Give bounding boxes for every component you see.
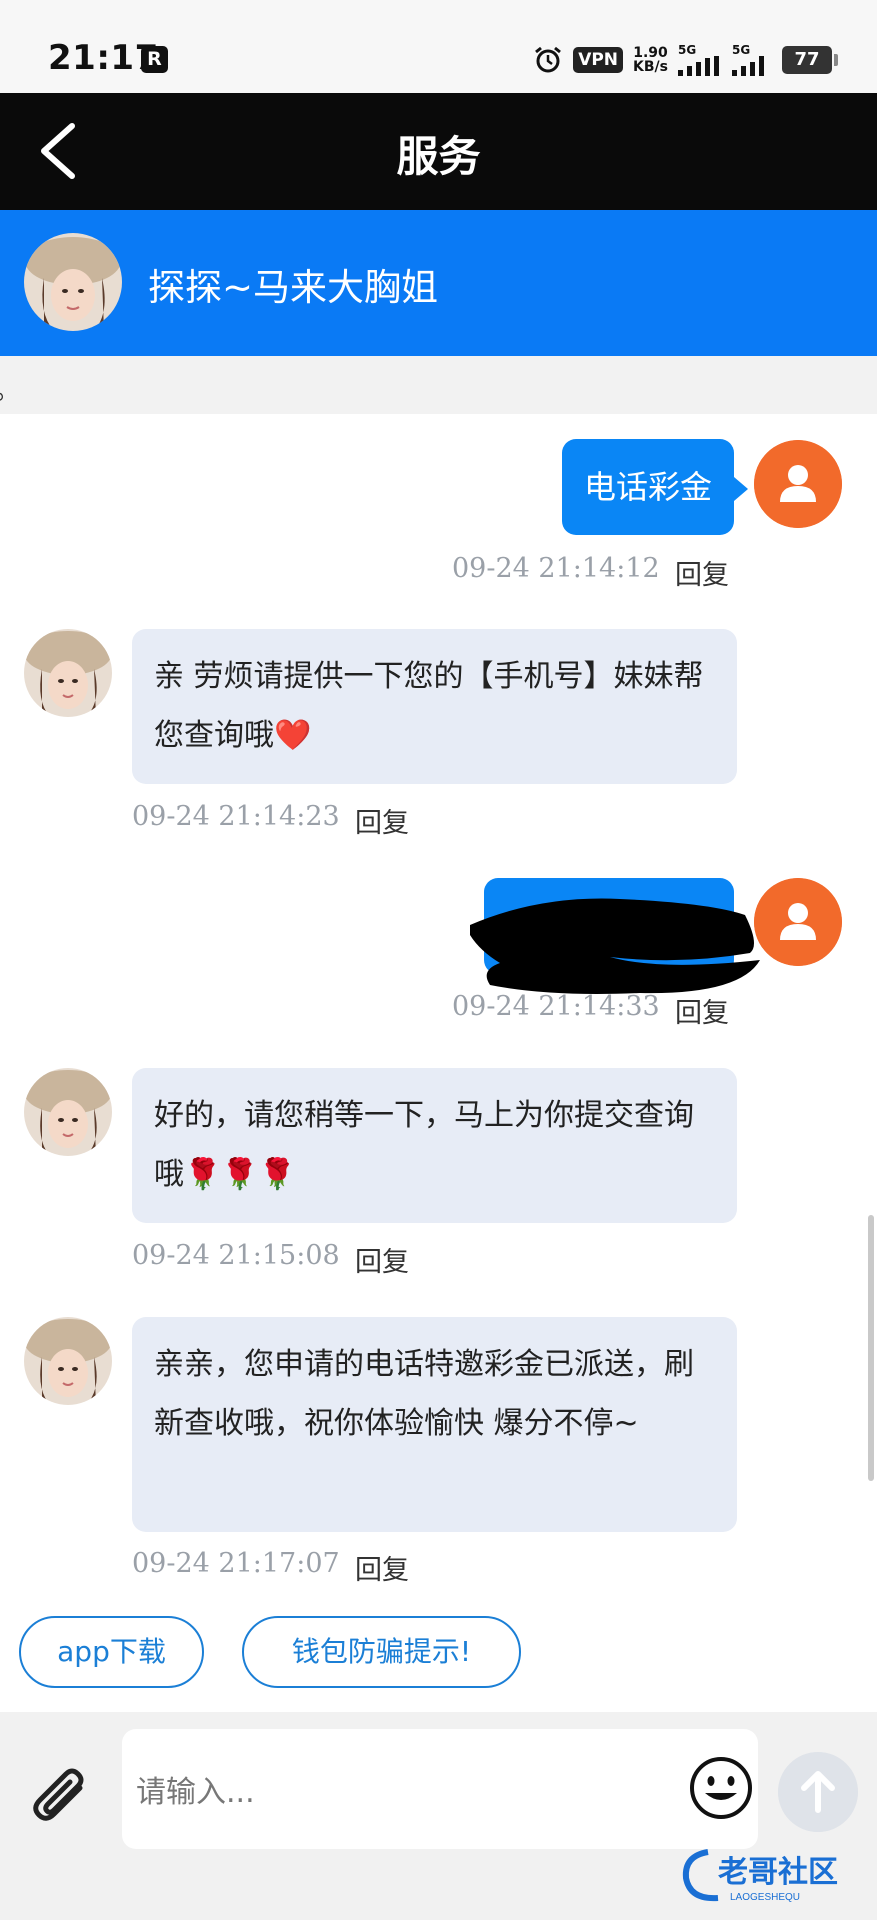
signal-2-label: 5G [732,43,751,57]
agent-avatar [24,233,122,331]
net-speed-unit: KB/s [633,59,668,75]
watermark-icon: 老哥社区 LAOGESHEQU [682,1849,838,1903]
message-timestamp: 09-24 21:17:07 [132,1548,340,1579]
app-download-button[interactable]: app下载 [19,1616,204,1688]
input-placeholder: 请输入... [136,1775,255,1810]
agent-avatar [24,1068,112,1156]
watermark-logo: 老哥社区 LAOGESHEQU [678,1842,868,1908]
quick-actions: app下载 钱包防骗提示! [0,1590,877,1712]
send-arrow-icon[interactable] [778,1752,858,1832]
message-timestamp: 09-24 21:14:12 [452,553,660,584]
message-text: 亲亲，您申请的电话特邀彩金已派送，刷新查收哦，祝你体验愉快 爆分不停~ [154,1347,694,1441]
page-title: 服务 [396,132,481,181]
signal-icon [678,56,719,76]
vpn-badge: VPN [573,47,624,73]
redaction-scribble [470,898,760,994]
message-text: 好的，请您稍等一下，马上为你提交查询哦🌹🌹🌹 [154,1098,694,1192]
agent-avatar [24,1317,112,1405]
reply-link[interactable]: 回复 [355,1548,409,1587]
emoji-icon[interactable] [688,1755,754,1821]
battery-icon: 77 [782,46,838,74]
message-bubble-outgoing[interactable]: 电话彩金 [561,439,749,535]
net-speed: 1.90 KB/s [633,46,668,74]
input-bar: 请输入... 老哥社区 LAOGESHEQU [0,1712,877,1920]
message-timestamp: 09-24 21:14:33 [452,991,660,1022]
message-bubble-incoming[interactable]: 亲亲，您申请的电话特邀彩金已派送，刷新查收哦，祝你体验愉快 爆分不停~ [132,1317,737,1532]
net-speed-value: 1.90 [633,45,668,61]
message-text: 电话彩金 [583,468,712,506]
alarm-icon [535,46,562,73]
status-bar: 21:17 R VPN 1.90 KB/s 5G 5G 77 [0,0,877,93]
reply-link[interactable]: 回复 [355,801,409,840]
wallet-fraud-tip-button[interactable]: 钱包防骗提示! [242,1616,521,1688]
agent-name: 探探~马来大胸姐 [148,266,439,309]
chat-scrollbar[interactable] [868,1215,874,1481]
notice-strip: 。 [0,356,877,414]
signal-icon [732,56,764,76]
reply-link[interactable]: 回复 [355,1240,409,1279]
message-bubble-incoming[interactable]: 亲 劳烦请提供一下您的【手机号】妹妹帮您查询哦❤️ [132,629,737,784]
status-icons: VPN 1.90 KB/s 5G 5G 77 [533,42,838,78]
user-avatar [754,440,842,528]
user-avatar [754,878,842,966]
r-badge: R [141,46,168,73]
reply-link[interactable]: 回复 [675,991,729,1030]
watermark-text: 老哥社区 [718,1856,838,1889]
message-timestamp: 09-24 21:14:23 [132,801,340,832]
message-input[interactable]: 请输入... [122,1729,758,1849]
watermark-sub: LAOGESHEQU [730,1892,800,1903]
signal-1: 5G [678,44,722,76]
message-text: 亲 劳烦请提供一下您的【手机号】妹妹帮您查询哦❤️ [154,659,704,753]
reply-link[interactable]: 回复 [675,553,729,592]
agent-bar: 探探~马来大胸姐 [0,210,877,356]
message-bubble-incoming[interactable]: 好的，请您稍等一下，马上为你提交查询哦🌹🌹🌹 [132,1068,737,1223]
signal-1-label: 5G [678,43,697,57]
agent-avatar [24,629,112,717]
notice-text: 。 [0,370,20,407]
message-timestamp: 09-24 21:15:08 [132,1240,340,1271]
signal-2: 5G [732,44,772,76]
paperclip-icon[interactable] [24,1762,96,1834]
top-nav-bar: 服务 [0,93,877,210]
